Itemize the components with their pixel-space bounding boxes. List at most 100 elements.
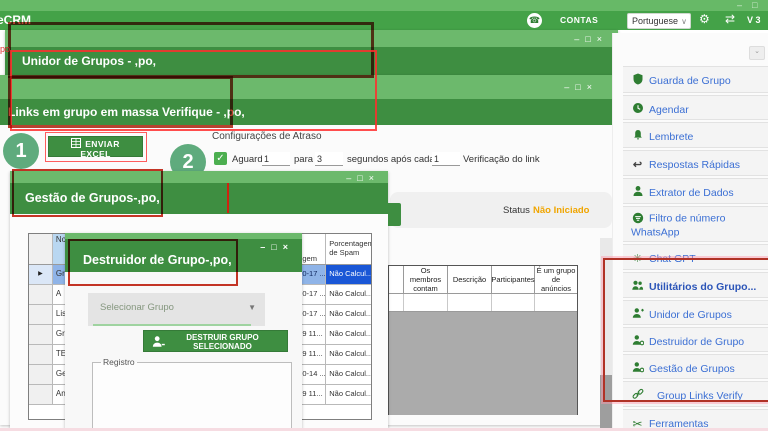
gear-icon[interactable]: ⚙: [699, 12, 710, 26]
status-label: Status: [503, 205, 530, 216]
column-header[interactable]: É um grupo de anúncios: [535, 266, 577, 293]
swap-icon[interactable]: ⇄: [725, 12, 735, 26]
links-titlebar-strip[interactable]: –□×: [0, 75, 618, 99]
gem-column-header[interactable]: gem: [299, 234, 327, 264]
sidebar-item-gestao-de-grupos[interactable]: Gestão de Grupos: [623, 354, 768, 379]
verificacao-label: Verificação do link: [463, 154, 540, 165]
links-window-title: Links em grupo em massa Verifique - ,po,: [8, 105, 245, 119]
version-label: V 3: [747, 15, 761, 25]
destroy-button-line2: SELECIONADO: [193, 342, 252, 351]
app-brand: eCRM: [0, 13, 32, 27]
person-gear-icon: [631, 333, 644, 351]
app-root: – □ eCRM ☎ CONTAS Portuguese ∨ ⚙ ⇄ V 3 –□…: [0, 0, 768, 431]
destroy-button-line1: DESTRUIR GRUPO: [186, 333, 259, 342]
sidebar-item-guarda-de-grupo[interactable]: Guarda de Grupo: [623, 66, 768, 93]
cada-input[interactable]: [432, 152, 460, 166]
sidebar-item-agendar[interactable]: Agendar: [623, 95, 768, 120]
status-badge: Não Iniciado: [533, 205, 590, 216]
shield-icon: [631, 72, 644, 90]
minimize-icon[interactable]: –: [260, 242, 271, 252]
column-header[interactable]: Descrição: [448, 266, 492, 293]
aguard-checkbox[interactable]: ✓: [214, 152, 227, 165]
language-value: Portuguese: [632, 16, 679, 26]
person-minus-icon: [152, 335, 165, 348]
contas-button[interactable]: CONTAS: [560, 15, 598, 25]
maximize-icon[interactable]: □: [575, 82, 586, 92]
para-input[interactable]: [315, 152, 343, 166]
sidebar-item-chat-gpt[interactable]: ✳ Chat GPT: [623, 244, 768, 270]
enviar-excel-button[interactable]: ENVIAR EXCEL: [48, 136, 143, 159]
minimize-icon[interactable]: –: [346, 173, 357, 183]
unidor-titlebar[interactable]: Unidor de Grupos - ,po,: [5, 47, 618, 75]
column-header[interactable]: Os membros contam: [404, 266, 448, 293]
links-titlebar[interactable]: Links em grupo em massa Verifique - ,po,: [0, 99, 618, 125]
sidebar-item-ferramentas[interactable]: ✂ Ferramentas: [623, 409, 768, 431]
gestao-titlebar-strip[interactable]: –□×: [10, 171, 388, 183]
link-icon: [631, 387, 644, 405]
unidor-window-title: Unidor de Grupos - ,po,: [22, 54, 156, 68]
sidebar-item-filtro-whatsapp[interactable]: Filtro de número WhatsApp: [623, 206, 768, 242]
outer-restore-button[interactable]: □: [752, 0, 757, 10]
segundos-label: segundos após cada: [347, 154, 435, 165]
close-icon[interactable]: ×: [597, 34, 608, 44]
row-selector-arrow: ▶: [29, 265, 53, 284]
app-header: eCRM ☎ CONTAS Portuguese ∨ ⚙ ⇄ V 3: [0, 11, 768, 30]
select-group-placeholder: Selecionar Grupo: [100, 302, 174, 313]
maximize-icon[interactable]: □: [271, 242, 282, 252]
sidebar-collapse-button[interactable]: ⌄: [749, 46, 765, 60]
select-group-dropdown[interactable]: Selecionar Grupo ▼: [88, 293, 265, 326]
column-header[interactable]: Participantes: [491, 266, 535, 293]
aguard-label: Aguard: [232, 154, 263, 165]
window-destruidor-de-grupo: –□× Destruidor de Grupo-,po, Selecionar …: [65, 233, 302, 431]
aguard-input[interactable]: [262, 152, 290, 166]
select-caret-icon: ∨: [681, 17, 687, 26]
sidebar-item-lembrete[interactable]: Lembrete: [623, 122, 768, 148]
minimize-icon[interactable]: –: [574, 34, 585, 44]
people-icon: [631, 278, 644, 296]
sidebar-item-respostas-rapidas[interactable]: ↩ Respostas Rápidas: [623, 150, 768, 176]
person-gear-icon: [631, 360, 644, 378]
empty-table-row[interactable]: [389, 294, 577, 312]
registro-groupbox: Registro: [92, 357, 292, 431]
sidebar-item-unidor-de-grupos[interactable]: Unidor de Grupos: [623, 300, 768, 325]
excel-icon: [71, 138, 82, 148]
maximize-icon[interactable]: □: [585, 34, 596, 44]
gestao-titlebar[interactable]: Gestão de Grupos-,po,: [10, 183, 388, 214]
clock-icon: [631, 101, 644, 119]
filter-icon: [631, 212, 644, 226]
person-icon: [631, 184, 644, 202]
outer-titlebar: – □: [0, 0, 768, 11]
table-empty-area: [389, 312, 577, 415]
para-label: para: [294, 154, 314, 165]
sidebar: ⌄ Guarda de Grupo Agendar Lembrete ↩ Resp…: [612, 33, 768, 431]
gpt-icon: ✳: [632, 253, 643, 266]
spam-column-header[interactable]: Porcentagem de Spam: [326, 234, 371, 264]
close-icon[interactable]: ×: [587, 82, 598, 92]
window-unidor-de-grupos: –□× Unidor de Grupos - ,po,: [5, 30, 618, 75]
destruidor-titlebar[interactable]: –□× Destruidor de Grupo-,po,: [65, 239, 302, 272]
bell-icon: [631, 128, 644, 146]
sidebar-item-utilitarios-do-grupo[interactable]: Utilitários do Grupo...: [623, 272, 768, 298]
status-panel: Status Não Iniciado: [390, 192, 612, 228]
minimize-icon[interactable]: –: [564, 82, 575, 92]
outer-minimize-button[interactable]: –: [737, 0, 742, 10]
chevron-down-icon: ▼: [248, 303, 256, 312]
sidebar-item-extrator-de-dados[interactable]: Extrator de Dados: [623, 178, 768, 204]
close-icon[interactable]: ×: [283, 242, 294, 252]
sidebar-item-destruidor-de-grupo[interactable]: Destruidor de Grupo: [623, 327, 768, 352]
whatsapp-icon[interactable]: ☎: [527, 13, 542, 28]
person-plus-icon: [631, 306, 644, 324]
delay-settings-title: Configurações de Atraso: [212, 131, 322, 142]
gestao-window-title: Gestão de Grupos-,po,: [25, 191, 160, 205]
destruidor-window-title: Destruidor de Grupo-,po,: [83, 253, 232, 267]
maximize-icon[interactable]: □: [357, 173, 368, 183]
sidebar-item-group-links-verify[interactable]: Group Links Verify: [623, 381, 768, 407]
destroy-selected-group-button[interactable]: DESTRUIR GRUPO SELECIONADO: [143, 330, 288, 352]
enviar-excel-label: ENVIAR EXCEL: [80, 139, 120, 159]
close-icon[interactable]: ×: [369, 173, 380, 183]
unidor-titlebar-strip[interactable]: –□×: [5, 30, 618, 47]
language-select[interactable]: Portuguese ∨: [627, 13, 691, 29]
window-edge-tab[interactable]: [388, 203, 401, 226]
scissors-icon: ✂: [632, 416, 643, 431]
groups-table-header: Os membros contam Descrição Participante…: [389, 266, 577, 294]
